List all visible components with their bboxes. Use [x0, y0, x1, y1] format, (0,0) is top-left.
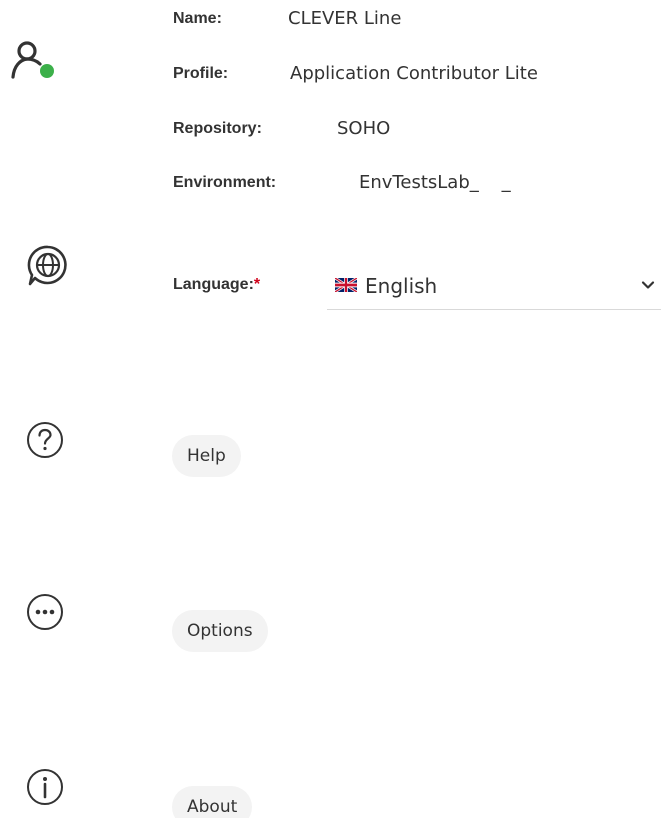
environment-value: EnvTestsLab_ _	[359, 172, 511, 193]
language-label: Language:*	[173, 276, 261, 293]
chevron-down-icon	[641, 281, 655, 289]
name-value: CLEVER Line	[288, 8, 402, 29]
options-button[interactable]: Options	[172, 610, 268, 652]
info-circle-icon	[27, 769, 63, 805]
about-button[interactable]: About	[172, 786, 253, 818]
user-settings-panel: Name: CLEVER Line Profile: Application C…	[0, 0, 661, 818]
help-button[interactable]: Help	[172, 435, 241, 477]
profile-value: Application Contributor Lite	[290, 63, 538, 84]
profile-label: Profile:	[173, 65, 229, 82]
language-globe-icon	[27, 245, 67, 286]
name-label: Name:	[173, 10, 222, 27]
repository-value: SOHO	[337, 118, 391, 139]
language-selected-value: English	[365, 274, 438, 298]
repository-label: Repository:	[173, 120, 262, 137]
required-marker: *	[253, 276, 261, 293]
language-select[interactable]: English	[327, 268, 661, 310]
help-circle-icon	[27, 422, 63, 458]
more-options-icon	[27, 594, 63, 630]
uk-flag-icon	[335, 278, 357, 292]
environment-label: Environment:	[173, 174, 277, 191]
user-online-icon	[11, 41, 54, 79]
